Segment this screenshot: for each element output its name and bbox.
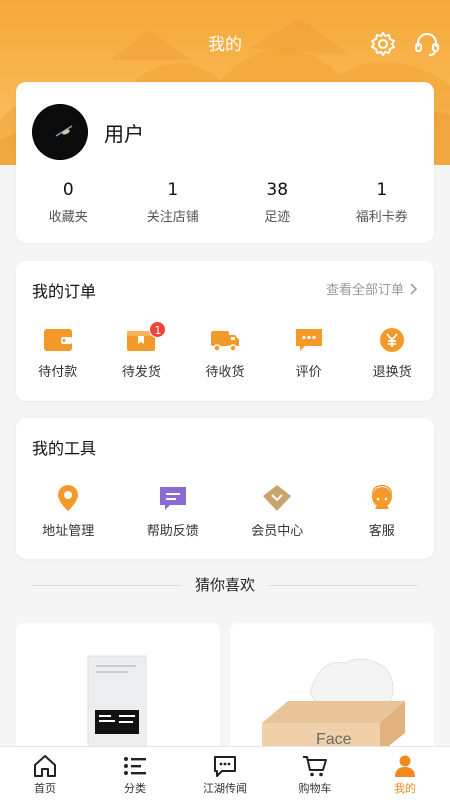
stat-value: 1 (167, 180, 179, 200)
cart-icon (303, 756, 327, 777)
tool-label: 帮助反馈 (146, 524, 199, 539)
tab-label: 首页 (34, 782, 56, 795)
product-image: Face (230, 623, 434, 753)
tool-label: 会员中心 (251, 524, 304, 539)
member-icon (263, 485, 292, 511)
tools-row: 地址管理 帮助反馈 会员中心 客服 (16, 484, 434, 539)
stat-label: 福利卡券 (355, 210, 408, 225)
tab-label: 我的 (394, 782, 416, 795)
orders-card: 我的订单 查看全部订单 待付款 1 待发货 待收货 评价 退换货 (16, 261, 434, 401)
stat-label: 收藏夹 (48, 210, 88, 225)
order-review[interactable]: 评价 (271, 327, 347, 380)
product-card[interactable] (16, 623, 220, 753)
order-pending-shipment[interactable]: 1 待发货 (103, 321, 179, 380)
notification-badge: 1 (149, 321, 167, 338)
order-status-label: 退换货 (372, 365, 412, 380)
tab-cart[interactable]: 购物车 (270, 747, 360, 800)
product-card[interactable]: Face (230, 623, 434, 753)
stat-label: 关注店铺 (146, 210, 199, 225)
tool-label: 地址管理 (42, 524, 95, 539)
bottom-tab-bar: 首页 分类 江湖传闻 购物车 我的 (0, 746, 450, 800)
comment-icon (295, 329, 322, 351)
order-status-row: 待付款 1 待发货 待收货 评价 退换货 (16, 321, 434, 380)
location-icon (58, 485, 79, 511)
tool-help-feedback[interactable]: 帮助反馈 (135, 484, 211, 539)
wallet-icon (43, 329, 72, 351)
settings-icon[interactable] (369, 30, 397, 58)
tool-member-center[interactable]: 会员中心 (239, 484, 315, 539)
avatar[interactable] (32, 104, 88, 160)
order-return-exchange[interactable]: 退换货 (354, 327, 430, 380)
chevron-right-icon (410, 282, 418, 295)
order-pending-payment[interactable]: 待付款 (20, 327, 96, 380)
tab-home[interactable]: 首页 (0, 747, 90, 800)
tool-label: 客服 (368, 524, 395, 539)
stat-footprints[interactable]: 38 足迹 (225, 180, 330, 225)
category-icon (124, 757, 146, 775)
stats-row: 0 收藏夹 1 关注店铺 38 足迹 1 福利卡券 (16, 180, 434, 225)
tool-customer-service[interactable]: 客服 (344, 484, 420, 539)
order-status-label: 待付款 (38, 365, 78, 380)
tab-category[interactable]: 分类 (90, 747, 180, 800)
profile-card: 用户 0 收藏夹 1 关注店铺 38 足迹 1 福利卡券 (16, 82, 434, 243)
home-icon (34, 755, 56, 777)
stat-favorites[interactable]: 0 收藏夹 (16, 180, 121, 225)
tools-title: 我的工具 (32, 439, 97, 458)
stat-value: 38 (266, 180, 289, 200)
divider-line-right (268, 585, 418, 586)
stat-value: 0 (62, 180, 74, 200)
yuan-icon (380, 328, 405, 352)
tab-label: 购物车 (298, 782, 332, 795)
headset-icon[interactable] (413, 30, 441, 58)
stat-followed-shops[interactable]: 1 关注店铺 (121, 180, 226, 225)
tab-label: 分类 (124, 782, 146, 795)
product-image (16, 623, 220, 753)
view-all-label: 查看全部订单 (325, 283, 404, 298)
tool-address-management[interactable]: 地址管理 (30, 484, 106, 539)
tab-jianghu-news[interactable]: 江湖传闻 (180, 747, 270, 800)
orders-title: 我的订单 (32, 282, 97, 301)
customer-service-icon (371, 485, 392, 509)
view-all-orders-link[interactable]: 查看全部订单 (326, 279, 418, 298)
tab-label: 江湖传闻 (203, 782, 247, 795)
tab-profile[interactable]: 我的 (360, 747, 450, 800)
stat-label: 足迹 (264, 210, 291, 225)
truck-icon (210, 331, 239, 352)
recommend-divider: 猜你喜欢 (0, 574, 450, 598)
username[interactable]: 用户 (104, 118, 144, 147)
profile-icon (395, 755, 415, 777)
stat-coupons[interactable]: 1 福利卡券 (330, 180, 435, 225)
order-pending-receipt[interactable]: 待收货 (187, 327, 263, 380)
stat-value: 1 (376, 180, 388, 200)
order-status-label: 待收货 (205, 365, 245, 380)
order-status-label: 待发货 (121, 365, 161, 380)
order-status-label: 评价 (295, 365, 322, 380)
feedback-icon (159, 487, 186, 510)
tools-card: 我的工具 地址管理 帮助反馈 会员中心 客服 (16, 418, 434, 559)
chat-icon (214, 756, 236, 777)
